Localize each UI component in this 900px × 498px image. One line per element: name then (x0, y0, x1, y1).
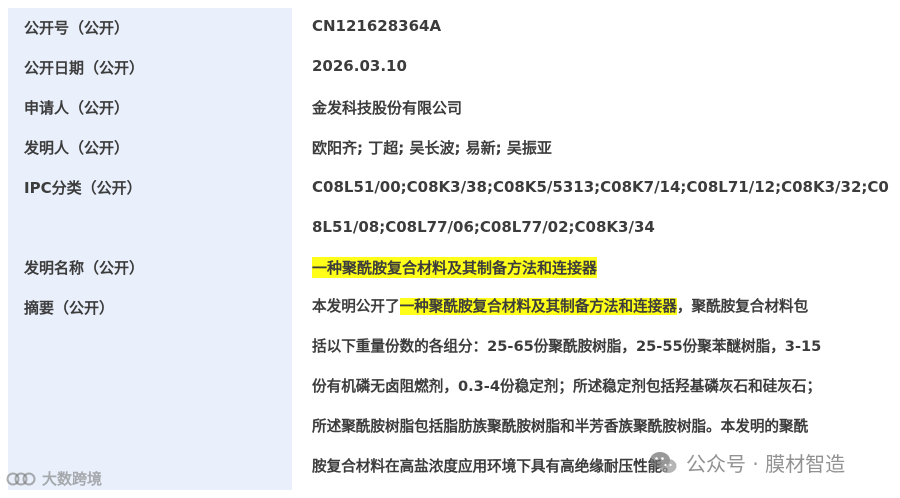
publication-number-label: 公开号（公开） (24, 19, 130, 37)
invention-title-value: 一种聚酰胺复合材料及其制备方法和连接器 (312, 257, 598, 278)
label-column (8, 8, 292, 490)
wechat-icon (650, 451, 677, 473)
inventors-value: 欧阳齐; 丁超; 吴长波; 易新; 吴振亚 (312, 139, 552, 157)
watermark-left: 大数跨境 (6, 468, 102, 489)
publication-number-value: CN121628364A (312, 17, 442, 35)
invention-title-label: 发明名称（公开） (24, 259, 145, 277)
applicant-value: 金发科技股份有限公司 (312, 99, 463, 117)
abstract-prefix: 本发明公开了 (312, 298, 400, 315)
abstract-line: 份有机磷无卤阻燃剂，0.3-4份稳定剂；所述稳定剂包括羟基磷灰石和硅灰石； (312, 378, 822, 395)
inventors-label: 发明人（公开） (24, 139, 130, 157)
ipc-label: IPC分类（公开） (24, 179, 142, 197)
ipc-line: 8L51/08;C08L77/06;C08L77/02;C08K3/34 (312, 218, 655, 236)
ipc-value: C08L51/00;C08K3/38;C08K5/5313;C08K7/14;C… (312, 167, 889, 247)
abstract-highlight: 一种聚酰胺复合材料及其制备方法和连接器 (399, 298, 677, 315)
chain-logo-icon (6, 472, 36, 485)
watermark-left-text: 大数跨境 (42, 470, 103, 488)
publication-date-label: 公开日期（公开） (24, 59, 145, 77)
abstract-label: 摘要（公开） (24, 299, 115, 317)
publication-date-value: 2026.03.10 (312, 57, 407, 75)
ipc-line: C08L51/00;C08K3/38;C08K5/5313;C08K7/14;C… (312, 178, 889, 196)
patent-record-sheet: 公开号（公开） CN121628364A 公开日期（公开） 2026.03.10… (8, 8, 898, 490)
applicant-label: 申请人（公开） (24, 99, 130, 117)
abstract-line: 所述聚酰胺树脂包括脂肪族聚酰胺树脂和半芳香族聚酰胺树脂。本发明的聚酰 (312, 418, 809, 435)
watermark-right: 公众号 · 膜材智造 (648, 448, 845, 477)
abstract-suffix: ，聚酰胺复合材料包 (676, 298, 809, 315)
abstract-line: 本发明公开了一种聚酰胺复合材料及其制备方法和连接器，聚酰胺复合材料包 (312, 287, 872, 327)
abstract-line: 括以下重量份数的各组分：25-65份聚酰胺树脂，25-55份聚苯醚树脂，3-15 (312, 338, 822, 355)
watermark-right-text: 公众号 · 膜材智造 (686, 452, 846, 476)
